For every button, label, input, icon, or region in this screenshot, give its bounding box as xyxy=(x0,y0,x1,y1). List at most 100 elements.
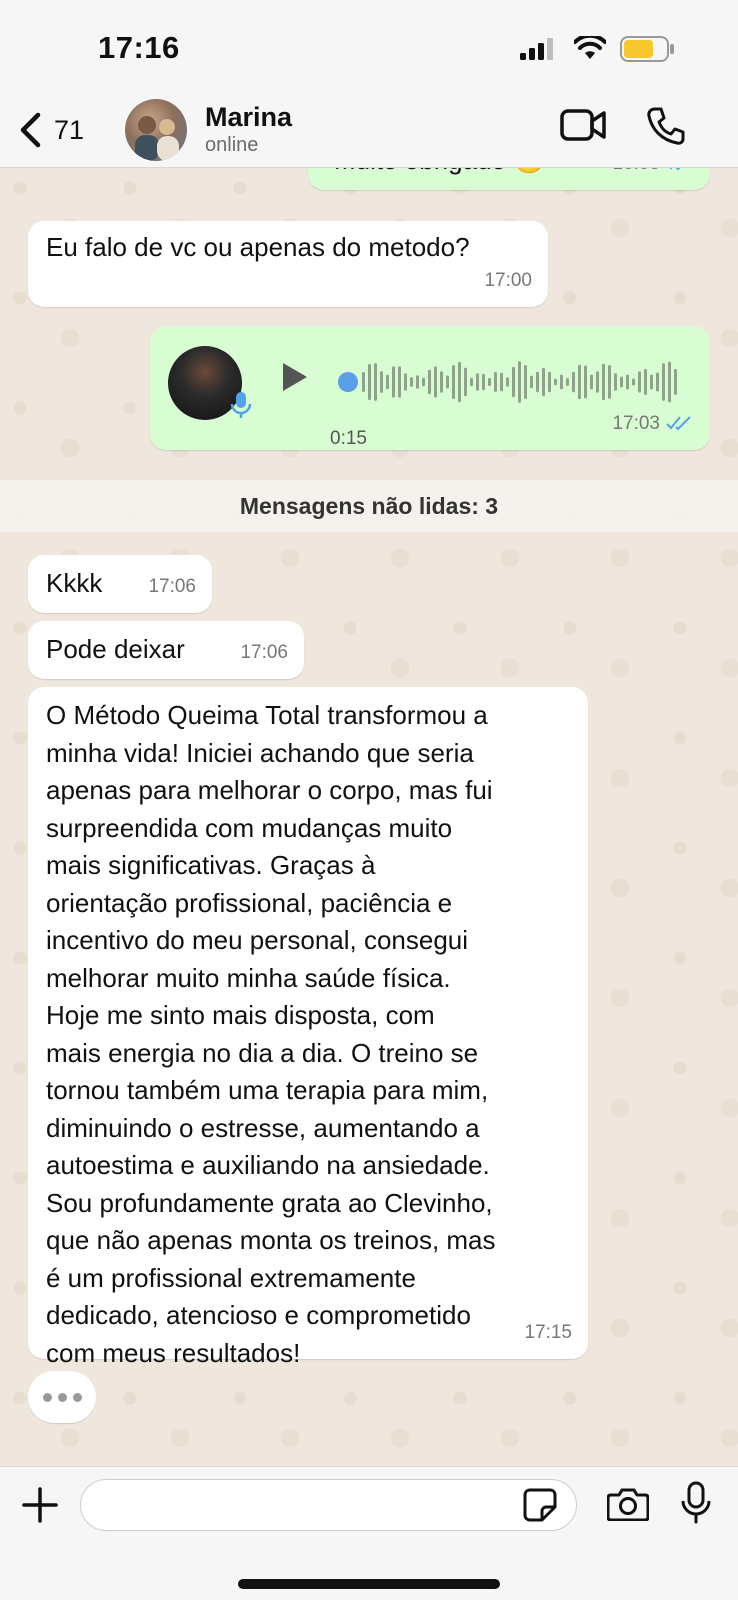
waveform-bar xyxy=(578,364,581,400)
audio-waveform[interactable] xyxy=(336,356,686,408)
message-line: Sou profundamente grata ao Clevinho, xyxy=(46,1187,493,1218)
waveform-bar xyxy=(542,367,545,397)
waveform-bar xyxy=(500,372,503,392)
waveform-bar xyxy=(650,374,653,390)
message-text: Kkkk xyxy=(46,568,103,598)
message-bubble-incoming[interactable]: Kkkk 17:06 xyxy=(28,555,212,613)
wifi-icon xyxy=(574,36,606,59)
message-line: é um profissional extremamente xyxy=(46,1262,416,1293)
message-bubble-incoming[interactable]: O Método Queima Total transformou a minh… xyxy=(28,687,588,1368)
back-button[interactable]: 71 xyxy=(18,108,98,152)
waveform-bar xyxy=(404,373,407,391)
message-time: 16:58 xyxy=(612,168,660,182)
contact-name[interactable]: Marina xyxy=(205,102,292,133)
cellular-signal-icon xyxy=(520,38,553,60)
waveform-bar xyxy=(662,363,665,401)
message-text: Eu falo de vc ou apenas do metodo? xyxy=(46,232,470,262)
typing-dot xyxy=(42,1392,52,1402)
waveform-bar xyxy=(434,366,437,398)
waveform-bar xyxy=(416,375,419,389)
waveform-bar xyxy=(362,372,365,392)
message-bubble-incoming[interactable]: Eu falo de vc ou apenas do metodo? 17:00 xyxy=(28,221,548,307)
waveform-bar xyxy=(440,371,443,393)
waveform-bar xyxy=(632,378,635,386)
waveform-bar xyxy=(506,377,509,387)
contact-status: online xyxy=(205,134,259,156)
waveform-bar xyxy=(590,374,593,390)
message-input[interactable] xyxy=(80,1479,577,1531)
message-line: autoestima e auxiliando na ansiedade. xyxy=(46,1150,490,1180)
waveform-bar xyxy=(530,375,533,389)
message-line: Hoje me sinto mais disposta, com xyxy=(46,1000,435,1030)
message-time: 17:06 xyxy=(240,641,288,663)
waveform-bar xyxy=(470,377,473,387)
home-indicator[interactable] xyxy=(238,1579,500,1589)
waveform-bar xyxy=(584,365,587,399)
voice-duration: 0:15 xyxy=(330,428,367,449)
message-meta: 17:00 xyxy=(484,262,532,300)
message-bubble-outgoing[interactable]: Muito obrigado ☺️ 16:58 xyxy=(308,168,710,190)
camera-icon[interactable] xyxy=(607,1487,649,1521)
waveform-bar xyxy=(494,372,497,392)
message-text: Muito obrigado ☺️ xyxy=(316,168,564,180)
waveform-bar xyxy=(674,369,677,395)
chat-area[interactable]: Muito obrigado ☺️ 16:58 Eu falo de vc ou… xyxy=(0,168,738,1466)
message-line: que não apenas monta os treinos, mas xyxy=(46,1225,496,1255)
message-line: incentivo do meu personal, consegui xyxy=(46,925,469,955)
voice-message-bubble[interactable]: 0:15 17:03 xyxy=(150,326,710,450)
waveform-bar xyxy=(428,369,431,395)
chat-header: 71 Marina online xyxy=(0,96,738,168)
message-line: O Método Queima Total transformou a xyxy=(46,700,488,730)
waveform-bar xyxy=(512,366,515,398)
waveform-bar xyxy=(656,372,659,392)
waveform-bar xyxy=(392,366,395,398)
waveform-bar xyxy=(668,361,671,403)
waveform-bar xyxy=(572,371,575,393)
message-time: 17:15 xyxy=(524,1321,572,1343)
waveform-bar xyxy=(374,363,377,401)
waveform-bar xyxy=(566,377,569,387)
message-time: 17:03 xyxy=(612,412,660,434)
double-check-icon xyxy=(669,168,681,171)
waveform-bar xyxy=(452,364,455,400)
message-text: O Método Queima Total transformou a minh… xyxy=(46,697,496,1372)
contact-avatar[interactable] xyxy=(125,99,187,161)
waveform-bar xyxy=(368,363,371,401)
plus-icon[interactable] xyxy=(22,1487,58,1523)
message-time: 17:06 xyxy=(148,575,196,597)
waveform-bar xyxy=(410,377,413,387)
waveform-bar xyxy=(524,364,527,400)
sticker-icon[interactable] xyxy=(522,1487,558,1523)
message-meta: 17:06 xyxy=(240,634,288,672)
typing-dot xyxy=(57,1392,67,1402)
waveform-bar xyxy=(608,365,611,399)
message-bubble-incoming[interactable]: Pode deixar 17:06 xyxy=(28,621,304,679)
waveform-bar xyxy=(596,371,599,393)
message-line: melhorar muito minha saúde física. xyxy=(46,962,451,993)
waveform-bar xyxy=(554,378,557,386)
play-icon[interactable] xyxy=(280,360,310,394)
status-bar: 17:16 xyxy=(0,0,738,96)
waveform-bar xyxy=(464,367,467,397)
double-check-icon xyxy=(666,416,691,431)
message-line: surpreendida com mudanças muito xyxy=(46,812,453,843)
message-line: apenas para melhorar o corpo, mas fui xyxy=(46,775,493,805)
message-line: mais energia no dia a dia. O treino se xyxy=(46,1037,479,1068)
waveform-bar xyxy=(602,363,605,401)
waveform-bar xyxy=(536,371,539,393)
message-meta: 17:06 xyxy=(148,568,196,606)
message-text: Pode deixar xyxy=(46,634,185,664)
message-line: dedicado, atencioso e comprometido xyxy=(46,1300,471,1330)
typing-dot xyxy=(72,1392,82,1402)
waveform-bar xyxy=(626,374,629,390)
battery-icon xyxy=(620,36,674,62)
message-meta: 17:03 xyxy=(612,405,694,443)
message-line: diminuindo o estresse, aumentando a xyxy=(46,1112,480,1143)
phone-icon[interactable] xyxy=(646,106,686,146)
video-camera-icon[interactable] xyxy=(560,108,606,142)
waveform-bar xyxy=(380,371,383,393)
chevron-left-icon xyxy=(20,112,41,148)
microphone-icon[interactable] xyxy=(680,1481,712,1525)
message-line: com meus resultados! xyxy=(46,1337,301,1368)
typing-indicator xyxy=(28,1371,96,1423)
